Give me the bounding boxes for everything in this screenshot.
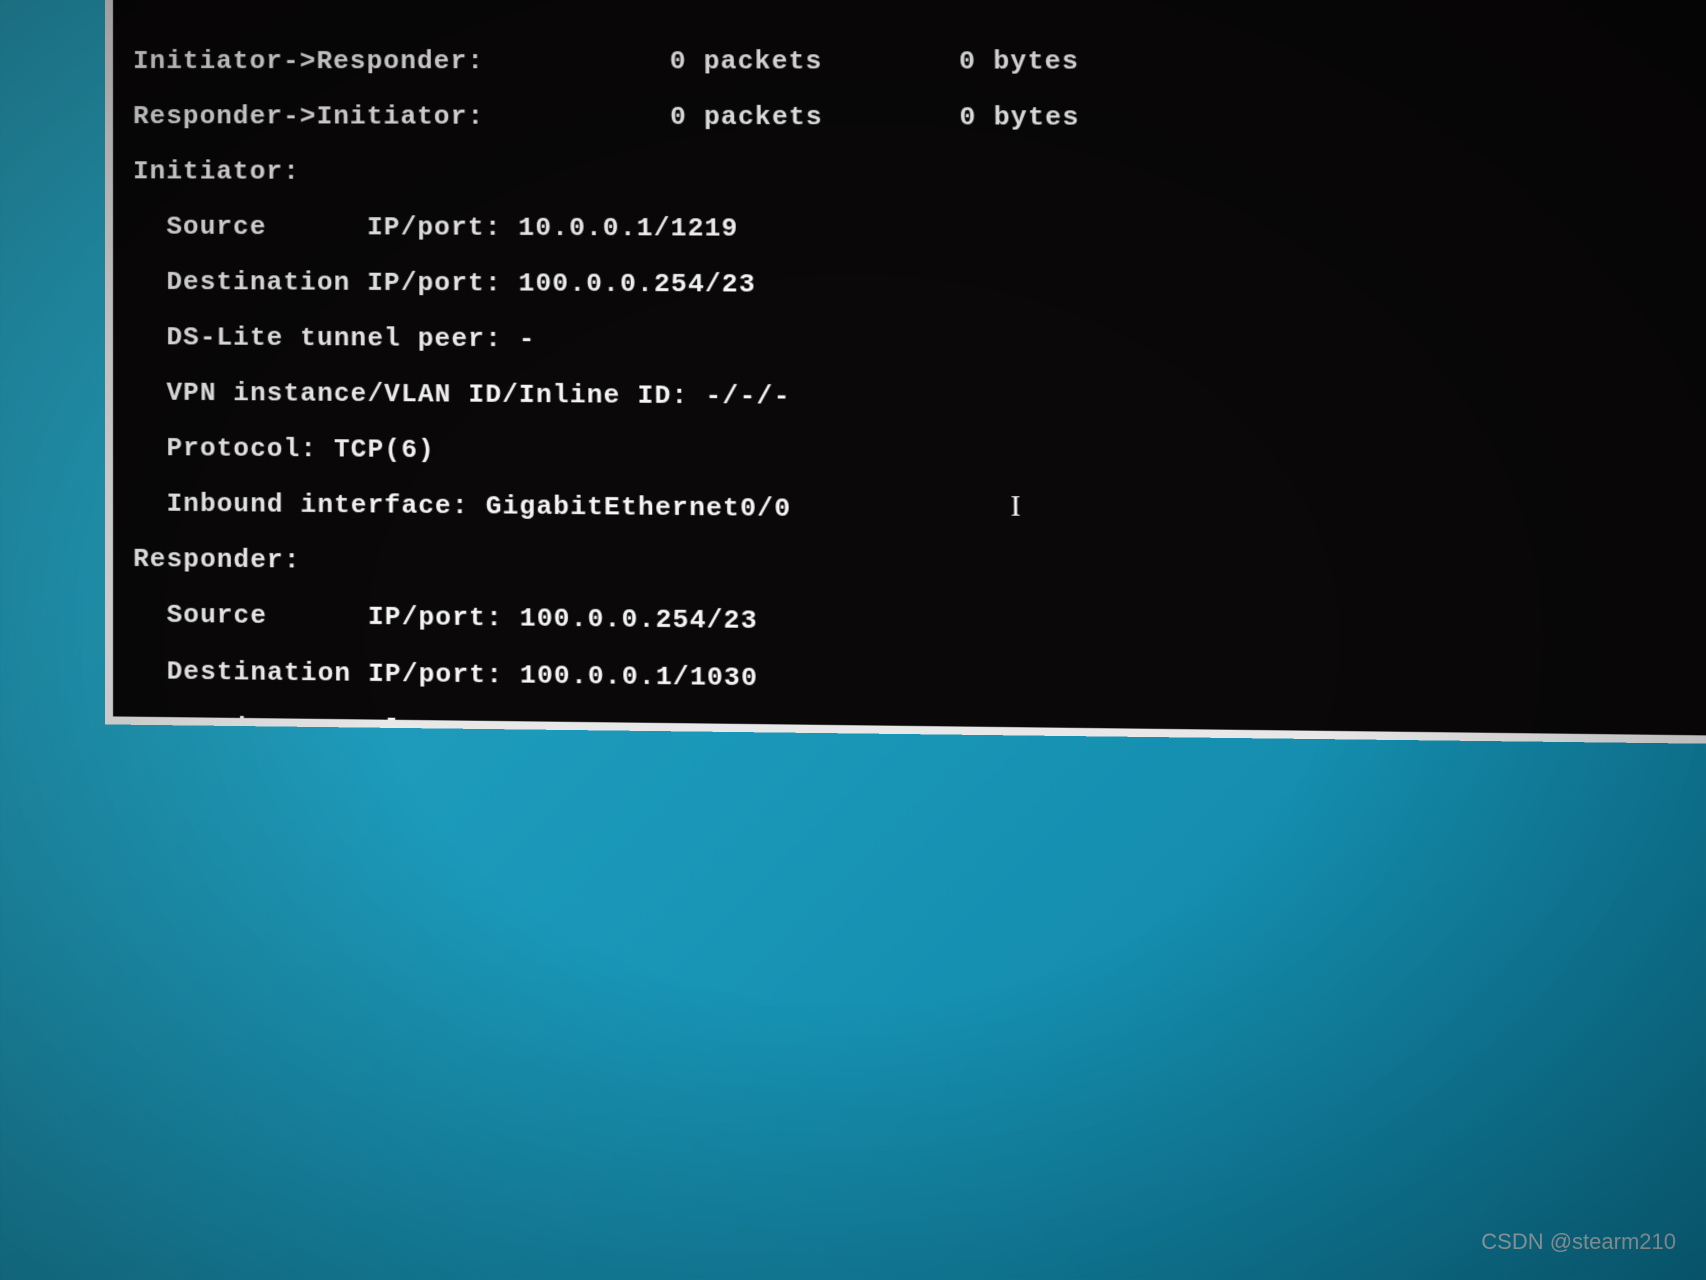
- output-line: Source IP/port: 100.0.0.254/23: [133, 602, 1706, 646]
- terminal-output: Initiator->Responder: 0 packets 0 bytes …: [113, 0, 1706, 744]
- output-line: Initiator:: [133, 158, 1706, 190]
- text-cursor-icon: I: [1010, 489, 1021, 524]
- output-line: Source IP/port: 10.0.0.1/1219: [133, 213, 1706, 246]
- output-line: DS-Lite tunnel peer: -: [133, 713, 1706, 744]
- watermark-text: CSDN @stearm210: [1481, 1229, 1676, 1255]
- terminal-window[interactable]: Initiator->Responder: 0 packets 0 bytes …: [105, 0, 1706, 744]
- output-line: Protocol: TCP(6): [133, 435, 1706, 475]
- output-line: Initiator->Responder: 0 packets 0 bytes: [133, 48, 1706, 77]
- output-line: Destination IP/port: 100.0.0.1/1030: [133, 658, 1706, 704]
- output-line: Responder:: [133, 546, 1706, 589]
- output-line: VPN instance/VLAN ID/Inline ID: -/-/-: [133, 379, 1706, 417]
- output-line: Inbound interface: GigabitEthernet0/0: [133, 491, 1706, 532]
- output-line: Responder->Initiator: 0 packets 0 bytes: [133, 103, 1706, 133]
- output-line: Destination IP/port: 100.0.0.254/23: [133, 269, 1706, 304]
- output-line: DS-Lite tunnel peer: -: [133, 324, 1706, 361]
